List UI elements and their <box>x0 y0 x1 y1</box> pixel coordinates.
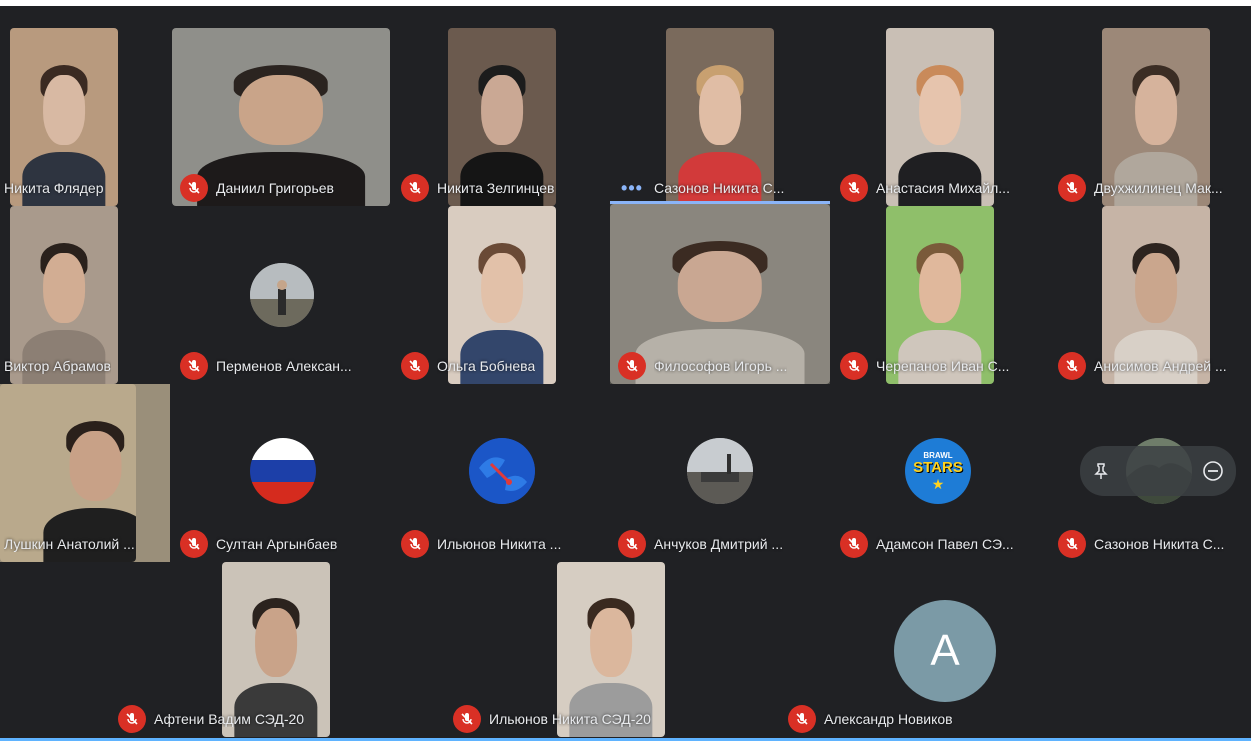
mic-off-icon <box>453 705 481 733</box>
participant-tile[interactable]: Перменов Алексан... <box>172 206 390 384</box>
pin-icon[interactable] <box>1092 462 1110 480</box>
mic-off-icon <box>788 705 816 733</box>
participant-namebar: Лушкин Анатолий ... <box>0 530 135 558</box>
participant-name: Никита Зелгинцев <box>437 180 555 196</box>
participant-name: Лушкин Анатолий ... <box>4 536 135 552</box>
participant-namebar: Адамсон Павел СЭ... <box>832 530 1014 558</box>
remove-icon[interactable] <box>1202 460 1224 482</box>
participant-tile[interactable]: Сазонов Никита С... <box>1050 384 1251 562</box>
participant-tile[interactable]: Никита Флядер <box>0 28 170 206</box>
participant-tile[interactable]: Анисимов Андрей ... <box>1050 206 1251 384</box>
participant-namebar: Анисимов Андрей ... <box>1050 352 1227 380</box>
mic-off-icon <box>618 530 646 558</box>
participant-name: Ильюнов Никита СЭД-20 <box>489 711 651 727</box>
participant-namebar: Никита Флядер <box>0 174 103 202</box>
participant-namebar: Ольга Бобнева <box>393 352 535 380</box>
participant-namebar: ••• Сазонов Никита С... <box>610 174 784 202</box>
mic-off-icon <box>401 530 429 558</box>
participant-tile[interactable]: Двухжилинец Мак... <box>1050 28 1251 206</box>
participant-name: Адамсон Павел СЭ... <box>876 536 1014 552</box>
mic-off-icon <box>1058 530 1086 558</box>
mic-off-icon <box>401 352 429 380</box>
participant-name: Перменов Алексан... <box>216 358 352 374</box>
participant-name: Ильюнов Никита ... <box>437 536 562 552</box>
participant-tile[interactable]: Черепанов Иван С... <box>832 206 1048 384</box>
letter-avatar: A <box>894 600 996 702</box>
participant-hover-controls <box>1080 446 1236 496</box>
mic-off-icon <box>401 174 429 202</box>
participant-namebar: Черепанов Иван С... <box>832 352 1009 380</box>
participant-tile[interactable]: Султан Аргынбаев <box>172 384 390 562</box>
globe-avatar <box>469 438 535 504</box>
participant-tile-active-speaker[interactable]: Философов Игорь ... <box>610 201 830 384</box>
participant-name: Философов Игорь ... <box>654 358 788 374</box>
participant-tile[interactable]: Ильюнов Никита ... <box>393 384 607 562</box>
avatar-logo-text: STARS <box>913 458 963 476</box>
mic-off-icon <box>1058 174 1086 202</box>
participant-namebar: Анастасия Михайл... <box>832 174 1010 202</box>
mic-off-icon <box>118 705 146 733</box>
participant-namebar: Сазонов Никита С... <box>1050 530 1224 558</box>
participant-namebar: Перменов Алексан... <box>172 352 352 380</box>
participant-namebar: Султан Аргынбаев <box>172 530 337 558</box>
participant-tile[interactable]: Анчуков Дмитрий ... <box>610 384 830 562</box>
participant-name: Анастасия Михайл... <box>876 180 1010 196</box>
participant-tile[interactable]: ••• Сазонов Никита С... <box>610 28 830 206</box>
participant-name: Афтени Вадим СЭД-20 <box>154 711 305 727</box>
speaking-indicator-icon: ••• <box>621 177 643 198</box>
participant-name: Александр Новиков <box>824 711 953 727</box>
participant-namebar: Ильюнов Никита ... <box>393 530 561 558</box>
participant-avatar <box>250 263 314 327</box>
mic-off-icon <box>840 174 868 202</box>
participant-tile[interactable]: Даниил Григорьев <box>172 28 390 206</box>
participant-namebar: Афтени Вадим СЭД-20 <box>110 705 304 733</box>
participant-namebar: Никита Зелгинцев <box>393 174 555 202</box>
participant-name: Сазонов Никита С... <box>654 180 785 196</box>
participant-namebar: Даниил Григорьев <box>172 174 334 202</box>
participant-name: Султан Аргынбаев <box>216 536 338 552</box>
meeting-grid-window: Никита Флядер Даниил Григорьев Никита Зе… <box>0 6 1251 741</box>
participant-namebar: Анчуков Дмитрий ... <box>610 530 783 558</box>
participant-tile[interactable]: Лушкин Анатолий ... <box>0 384 170 562</box>
participant-tile[interactable]: BRAWL STARS ★ Адамсон Павел СЭ... <box>832 384 1048 562</box>
mic-off-icon <box>840 352 868 380</box>
participant-name: Никита Флядер <box>4 180 104 196</box>
brawl-stars-avatar: BRAWL STARS ★ <box>905 438 971 504</box>
participant-name: Двухжилинец Мак... <box>1094 180 1223 196</box>
mic-off-icon <box>180 530 208 558</box>
participant-namebar: Двухжилинец Мак... <box>1050 174 1223 202</box>
participant-namebar: Философов Игорь ... <box>610 352 787 380</box>
participant-tile[interactable]: Анастасия Михайл... <box>832 28 1048 206</box>
participant-tile[interactable]: Афтени Вадим СЭД-20 <box>110 562 442 737</box>
participant-name: Ольга Бобнева <box>437 358 536 374</box>
participant-tile[interactable]: Виктор Абрамов <box>0 206 170 384</box>
participant-avatar <box>687 438 753 504</box>
participant-tile[interactable]: Ильюнов Никита СЭД-20 <box>445 562 777 737</box>
russian-flag-avatar <box>250 438 316 504</box>
participant-grid: Никита Флядер Даниил Григорьев Никита Зе… <box>0 6 1251 741</box>
participant-name: Анчуков Дмитрий ... <box>654 536 784 552</box>
participant-name: Анисимов Андрей ... <box>1094 358 1227 374</box>
participant-tile[interactable]: A Александр Новиков <box>780 562 1112 737</box>
mic-off-icon <box>840 530 868 558</box>
participant-name: Сазонов Никита С... <box>1094 536 1225 552</box>
participant-name: Виктор Абрамов <box>4 358 111 374</box>
participant-namebar: Виктор Абрамов <box>0 352 111 380</box>
mic-off-icon <box>618 352 646 380</box>
mic-off-icon <box>1058 352 1086 380</box>
participant-namebar: Ильюнов Никита СЭД-20 <box>445 705 651 733</box>
participant-namebar: Александр Новиков <box>780 705 953 733</box>
participant-tile[interactable]: Ольга Бобнева <box>393 206 607 384</box>
participant-name: Даниил Григорьев <box>216 180 334 196</box>
mic-off-icon <box>180 352 208 380</box>
trophy-icon: ★ <box>931 475 945 492</box>
mic-off-icon <box>180 174 208 202</box>
participant-name: Черепанов Иван С... <box>876 358 1010 374</box>
participant-tile[interactable]: Никита Зелгинцев <box>393 28 607 206</box>
